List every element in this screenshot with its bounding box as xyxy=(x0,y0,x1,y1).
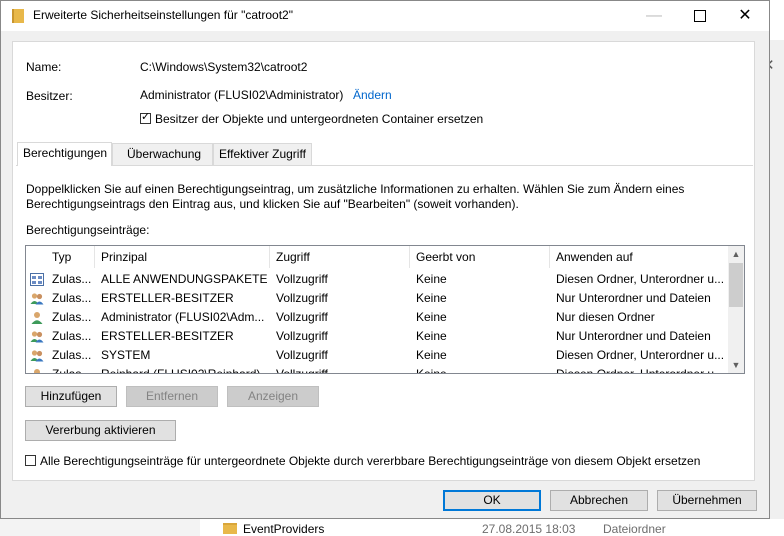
row-type: Zulas... xyxy=(52,272,92,286)
column-header-inherited-from[interactable]: Geerbt von xyxy=(410,246,550,268)
view-button[interactable]: Anzeigen xyxy=(227,386,319,407)
row-applies-to: Diesen Ordner, Unterordner u... xyxy=(556,272,725,286)
table-row[interactable]: Zulas... ERSTELLER-BESITZER Vollzugriff Kei… xyxy=(26,289,729,308)
close-button[interactable]: ✕ xyxy=(722,1,768,31)
row-applies-to: Nur diesen Ordner xyxy=(556,310,655,324)
change-owner-link[interactable]: Ändern xyxy=(353,88,392,102)
row-principal: SYSTEM xyxy=(101,348,151,362)
owner-value: Administrator (FLUSI02\Administrator) xyxy=(140,88,344,102)
add-button[interactable]: Hinzufügen xyxy=(25,386,117,407)
row-applies-to: Nur Unterordner und Dateien xyxy=(556,329,711,343)
replace-child-permissions-checkbox[interactable] xyxy=(25,455,36,466)
user-group-icon xyxy=(30,330,44,343)
row-access: Vollzugriff xyxy=(276,291,328,305)
maximize-button[interactable] xyxy=(677,1,723,31)
tab-effective-access[interactable]: Effektiver Zugriff xyxy=(213,143,312,165)
title-bar[interactable]: Erweiterte Sicherheitseinstellungen für … xyxy=(1,1,769,31)
replace-owner-checkbox[interactable] xyxy=(140,110,151,124)
table-row[interactable]: Zulas... SYSTEM Vollzugriff Keine Diesen Ord… xyxy=(26,346,729,365)
background-file-name[interactable]: EventProviders xyxy=(243,522,324,536)
row-inherited-from: Keine xyxy=(416,367,447,374)
row-principal: ALLE ANWENDUNGSPAKETE xyxy=(101,272,268,286)
row-principal: ERSTELLER-BESITZER xyxy=(101,329,234,343)
row-inherited-from: Keine xyxy=(416,291,447,305)
column-header-type[interactable]: Typ xyxy=(26,246,95,268)
row-type: Zulas... xyxy=(52,329,92,343)
security-settings-dialog: Erweiterte Sicherheitseinstellungen für … xyxy=(0,0,770,519)
user-icon xyxy=(30,368,44,373)
row-inherited-from: Keine xyxy=(416,310,447,324)
row-access: Vollzugriff xyxy=(276,329,328,343)
row-type: Zulas... xyxy=(52,291,92,305)
row-access: Vollzugriff xyxy=(276,272,328,286)
close-icon: ✕ xyxy=(738,7,752,24)
row-access: Vollzugriff xyxy=(276,367,328,374)
replace-owner-label[interactable]: Besitzer der Objekte und untergeordneten… xyxy=(155,112,483,126)
table-row[interactable]: Zulas... ALLE ANWENDUNGSPAKETE Vollzugriff… xyxy=(26,270,729,289)
remove-button[interactable]: Entfernen xyxy=(126,386,218,407)
row-inherited-from: Keine xyxy=(416,329,447,343)
column-header-principal[interactable]: Prinzipal xyxy=(95,246,270,268)
background-file-date: 27.08.2015 18:03 xyxy=(482,522,576,536)
folder-icon xyxy=(223,523,237,534)
tab-permissions[interactable]: Berechtigungen xyxy=(17,142,112,166)
row-type: Zulas... xyxy=(52,348,92,362)
row-principal: Reinhard (FLUSI02\Reinhard) xyxy=(101,367,261,374)
name-value: C:\Windows\System32\catroot2 xyxy=(140,60,308,74)
table-row[interactable]: Zulas... ERSTELLER-BESITZER Vollzugriff Kei… xyxy=(26,327,729,346)
column-header-access[interactable]: Zugriff xyxy=(270,246,410,268)
user-icon xyxy=(30,311,44,324)
tab-auditing[interactable]: Überwachung xyxy=(112,143,213,165)
folder-icon xyxy=(12,9,24,23)
table-scrollbar[interactable]: ▲ ▼ xyxy=(728,246,744,373)
row-type: Zulas... xyxy=(52,367,92,374)
ok-button[interactable]: OK xyxy=(443,490,541,511)
user-group-icon xyxy=(30,349,44,362)
permission-entries-label: Berechtigungseinträge: xyxy=(26,223,150,237)
row-principal: Administrator (FLUSI02\Adm... xyxy=(101,310,265,324)
minimize-icon: — xyxy=(646,7,662,24)
permission-entries-table[interactable]: Typ Prinzipal Zugriff Geerbt von Anwende… xyxy=(25,245,745,374)
permissions-description: Doppelklicken Sie auf einen Berechtigung… xyxy=(26,182,685,211)
row-applies-to: Nur Unterordner und Dateien xyxy=(556,291,711,305)
column-header-applies-to[interactable]: Anwenden auf xyxy=(550,246,730,268)
scroll-down-icon[interactable]: ▼ xyxy=(728,357,744,373)
row-principal: ERSTELLER-BESITZER xyxy=(101,291,234,305)
background-file-type: Dateiordner xyxy=(603,522,666,536)
row-applies-to: Diesen Ordner, Unterordner u... xyxy=(556,367,725,374)
owner-label: Besitzer: xyxy=(26,89,73,103)
row-type: Zulas... xyxy=(52,310,92,324)
scroll-thumb[interactable] xyxy=(729,263,743,307)
row-inherited-from: Keine xyxy=(416,348,447,362)
name-label: Name: xyxy=(26,60,62,74)
minimize-button[interactable]: — xyxy=(631,1,677,31)
row-applies-to: Diesen Ordner, Unterordner u... xyxy=(556,348,725,362)
enable-inheritance-button[interactable]: Vererbung aktivieren xyxy=(25,420,176,441)
maximize-icon xyxy=(694,9,706,22)
app-packages-icon xyxy=(30,273,44,286)
window-title: Erweiterte Sicherheitseinstellungen für … xyxy=(33,8,293,22)
user-group-icon xyxy=(30,292,44,305)
row-access: Vollzugriff xyxy=(276,348,328,362)
scroll-up-icon[interactable]: ▲ xyxy=(728,246,744,262)
replace-child-permissions-label[interactable]: Alle Berechtigungseinträge für untergeor… xyxy=(40,454,700,468)
table-row[interactable]: Zulas... Administrator (FLUSI02\Adm... Vol… xyxy=(26,308,729,327)
apply-button[interactable]: Übernehmen xyxy=(657,490,757,511)
row-inherited-from: Keine xyxy=(416,272,447,286)
cancel-button[interactable]: Abbrechen xyxy=(550,490,648,511)
row-access: Vollzugriff xyxy=(276,310,328,324)
table-row[interactable]: Zulas... Reinhard (FLUSI02\Reinhard) Vollz… xyxy=(26,365,729,374)
